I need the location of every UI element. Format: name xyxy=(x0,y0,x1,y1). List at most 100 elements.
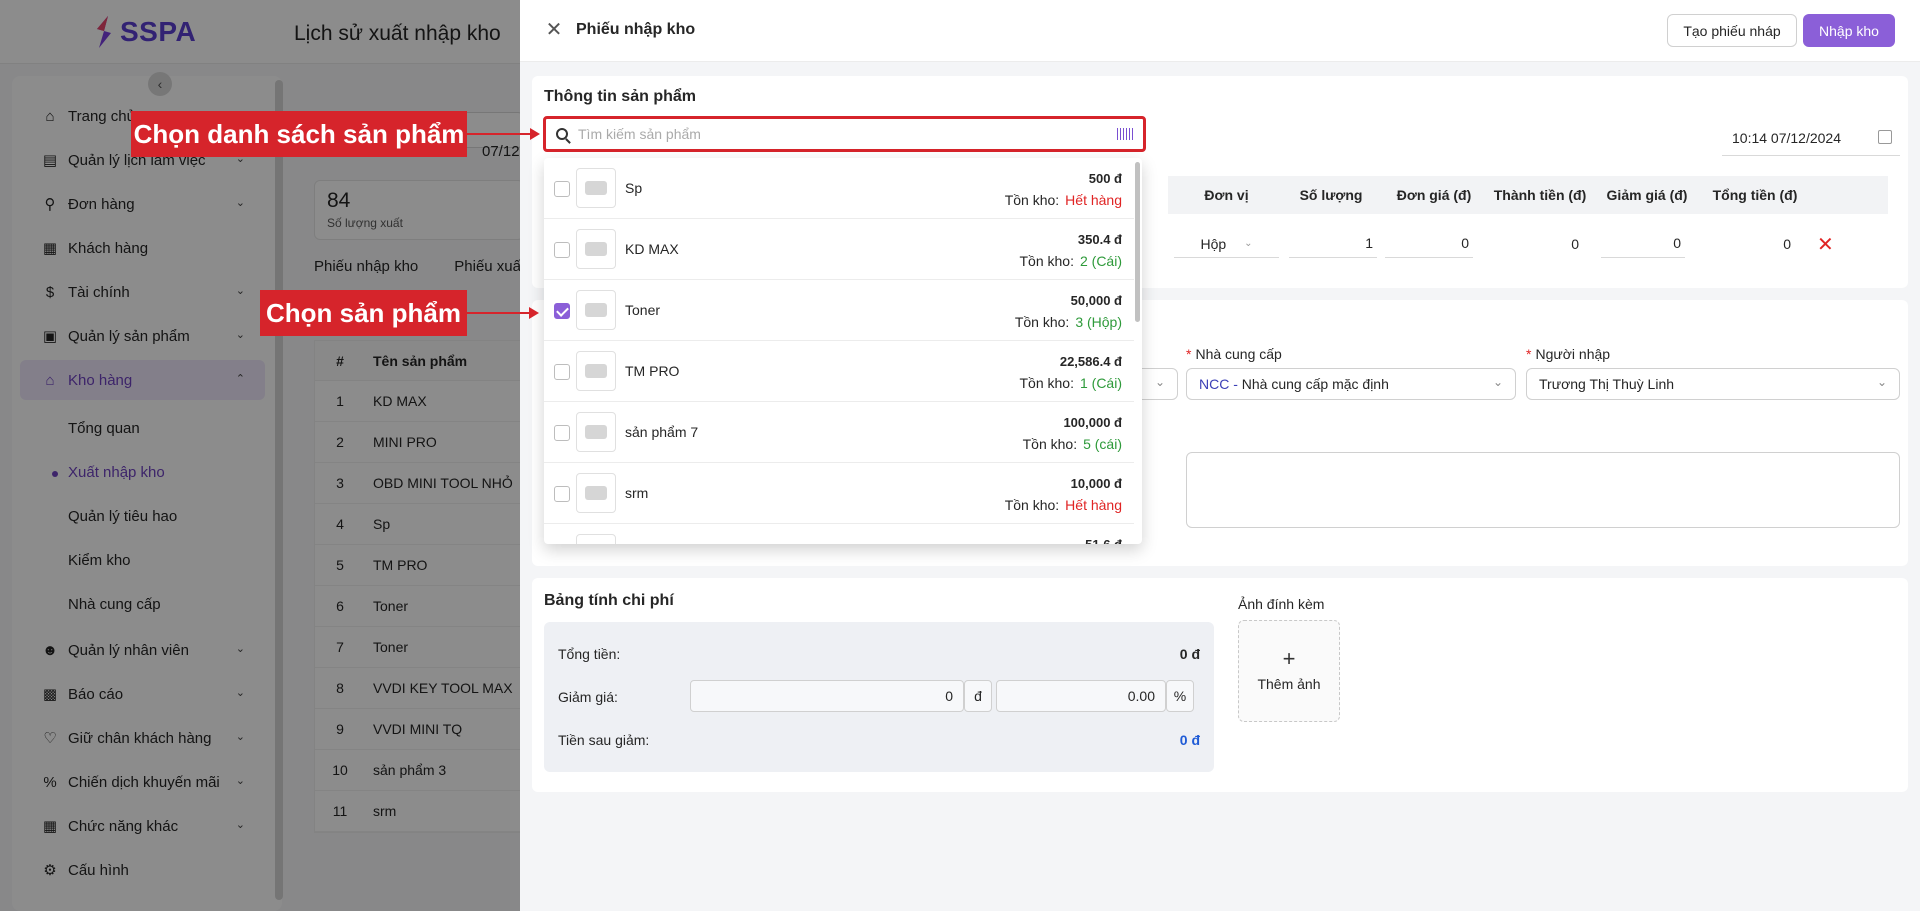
product-thumbnail-icon xyxy=(576,168,616,208)
cost-card: Bảng tính chi phí Tổng tiền: 0 đ Giảm gi… xyxy=(532,578,1908,792)
product-option[interactable]: Sp 500 đ Tồn kho: Hết hàng xyxy=(544,158,1134,219)
plus-icon: + xyxy=(1282,646,1296,671)
product-option-stock: Tồn kho: 3 (Hộp) xyxy=(1015,314,1122,330)
product-option-stock: Tồn kho: 2 (Cái) xyxy=(1020,253,1123,269)
stock-value: Hết hàng xyxy=(1065,192,1122,208)
delete-row-icon[interactable]: ✕ xyxy=(1817,232,1834,257)
datetime-picker[interactable]: 10:14 07/12/2024 xyxy=(1722,124,1900,156)
product-search-input[interactable] xyxy=(578,126,1117,142)
stock-prefix: Tồn kho: xyxy=(1004,192,1060,208)
calendar-icon xyxy=(1878,130,1892,144)
cost-section-title: Bảng tính chi phí xyxy=(544,592,674,609)
datetime-value: 10:14 07/12/2024 xyxy=(1732,130,1841,146)
product-dropdown: Sp 500 đ Tồn kho: Hết hàng KD MAX 350.4 đ Tồn … xyxy=(544,158,1142,544)
callout-choose-list: Chọn danh sách sản phẩm xyxy=(131,111,467,157)
discount-label: Giảm giá: xyxy=(558,689,618,705)
supplier-code: NCC - xyxy=(1199,376,1238,392)
arrow-head-icon xyxy=(530,128,540,140)
product-option[interactable]: srm 10,000 đ Tồn kho: Hết hàng xyxy=(544,463,1134,524)
dropdown-scrollbar[interactable] xyxy=(1135,162,1140,322)
product-option-price: 51.6 đ xyxy=(1085,537,1122,544)
product-option-name: sản phẩm 7 xyxy=(625,424,699,440)
product-thumbnail-icon xyxy=(576,351,616,391)
importer-value: Trương Thị Thuỳ Linh xyxy=(1539,376,1675,392)
product-option-stock: Tồn kho: 5 (cái) xyxy=(1023,436,1122,452)
arrow-line xyxy=(467,133,532,135)
callout-choose-product: Chọn sản phẩm xyxy=(260,290,467,336)
unit-select[interactable]: Hộp ⌄ xyxy=(1174,230,1279,258)
stock-prefix: Tồn kho: xyxy=(1019,253,1074,269)
product-option-name: Toner xyxy=(625,302,661,318)
total-cost-value: 0 đ xyxy=(1179,646,1200,662)
stock-value: 5 (cái) xyxy=(1083,436,1122,452)
checkbox[interactable] xyxy=(554,364,570,380)
supplier-value: Nhà cung cấp mặc định xyxy=(1241,376,1389,392)
checkbox-checked[interactable] xyxy=(554,303,570,319)
create-draft-button[interactable]: Tạo phiếu nháp xyxy=(1667,14,1797,47)
stock-prefix: Tồn kho: xyxy=(1014,314,1070,330)
search-icon xyxy=(556,128,568,140)
stock-prefix: Tồn kho: xyxy=(1019,375,1074,391)
discount-amount-unit: đ xyxy=(964,680,992,712)
product-option-name: srm xyxy=(625,485,649,501)
col-qty: Số lượng xyxy=(1299,187,1363,203)
arrow-head-icon xyxy=(529,307,539,319)
stock-value: 3 (Hộp) xyxy=(1075,314,1122,330)
col-total: Tổng tiền (đ) xyxy=(1712,187,1798,203)
product-option-price: 350.4 đ xyxy=(1077,232,1122,247)
quantity-input[interactable]: 1 xyxy=(1289,230,1377,258)
unit-price-input[interactable]: 0 xyxy=(1385,230,1473,258)
col-amount: Thành tiền (đ) xyxy=(1493,187,1587,203)
add-photo-button[interactable]: + Thêm ảnh xyxy=(1238,620,1340,722)
product-option[interactable]: TM PRO 22,586.4 đ Tồn kho: 1 (Cái) xyxy=(544,341,1134,402)
drawer-title: Phiếu nhập kho xyxy=(576,21,696,38)
stock-value: 1 (Cái) xyxy=(1079,375,1122,391)
after-discount-label: Tiền sau giảm: xyxy=(558,732,650,748)
importer-label: * Người nhập xyxy=(1526,346,1611,362)
barcode-icon[interactable] xyxy=(1117,128,1133,140)
supplier-select[interactable]: NCC - Nhà cung cấp mặc định ⌄ xyxy=(1186,368,1516,400)
drawer-header: ✕ Phiếu nhập kho Tạo phiếu nháp Nhập kho xyxy=(520,0,1920,62)
product-option[interactable]: KD MAX 350.4 đ Tồn kho: 2 (Cái) xyxy=(544,219,1134,280)
product-section-title: Thông tin sản phẩm xyxy=(544,88,696,105)
checkbox[interactable] xyxy=(554,425,570,441)
total-label: Tổng tiền: xyxy=(558,646,621,662)
discount-amount-input[interactable]: 0 xyxy=(690,680,964,712)
product-option-name: Sp xyxy=(625,180,643,196)
product-option-price: 22,586.4 đ xyxy=(1059,354,1122,369)
product-table-header: Đơn vị Số lượng Đơn giá (đ) Thành tiền (… xyxy=(1168,176,1888,214)
product-option-stock: Tồn kho: Hết hàng xyxy=(1005,497,1122,513)
checkbox[interactable] xyxy=(554,486,570,502)
unit-value: Hộp xyxy=(1200,235,1227,252)
stock-prefix: Tồn kho: xyxy=(1022,436,1078,452)
chevron-down-icon: ⌄ xyxy=(1244,238,1253,249)
col-price: Đơn giá (đ) xyxy=(1396,187,1472,203)
importer-select[interactable]: Trương Thị Thuỳ Linh ⌄ xyxy=(1526,368,1900,400)
total-value: 0 xyxy=(1783,236,1791,252)
product-option-stock: Tồn kho: 1 (Cái) xyxy=(1020,375,1123,391)
chevron-down-icon: ⌄ xyxy=(1876,375,1887,389)
product-table-row: Hộp ⌄ 1 0 0 0 0 ✕ xyxy=(1168,222,1888,266)
product-option[interactable]: 51.6 đ xyxy=(544,524,1134,544)
product-search-box[interactable] xyxy=(543,116,1146,152)
product-option[interactable]: Toner 50,000 đ Tồn kho: 3 (Hộp) xyxy=(544,280,1134,341)
product-option-stock: Tồn kho: Hết hàng xyxy=(1005,192,1122,208)
discount-percent-input[interactable]: 0.00 xyxy=(996,680,1166,712)
discount-input[interactable]: 0 xyxy=(1601,230,1685,258)
supplier-label: * Nhà cung cấp xyxy=(1186,346,1282,362)
product-thumbnail-icon xyxy=(576,473,616,513)
after-discount-value: 0 đ xyxy=(1179,732,1200,748)
close-icon[interactable]: ✕ xyxy=(544,20,564,40)
checkbox[interactable] xyxy=(554,181,570,197)
product-option[interactable]: sản phẩm 7 100,000 đ Tồn kho: 5 (cái) xyxy=(544,402,1134,463)
import-stock-button[interactable]: Nhập kho xyxy=(1803,14,1895,47)
checkbox[interactable] xyxy=(554,242,570,258)
chevron-down-icon: ⌄ xyxy=(1154,375,1165,389)
product-option-price: 100,000 đ xyxy=(1063,415,1122,430)
cost-summary-box: Tổng tiền: 0 đ Giảm giá: 0 đ 0.00 % Tiền… xyxy=(544,622,1214,772)
chevron-down-icon: ⌄ xyxy=(1492,375,1503,389)
stock-prefix: Tồn kho: xyxy=(1004,497,1060,513)
note-textarea[interactable] xyxy=(1186,452,1900,528)
product-option-price: 500 đ xyxy=(1088,171,1122,186)
stock-value: Hết hàng xyxy=(1065,497,1122,513)
